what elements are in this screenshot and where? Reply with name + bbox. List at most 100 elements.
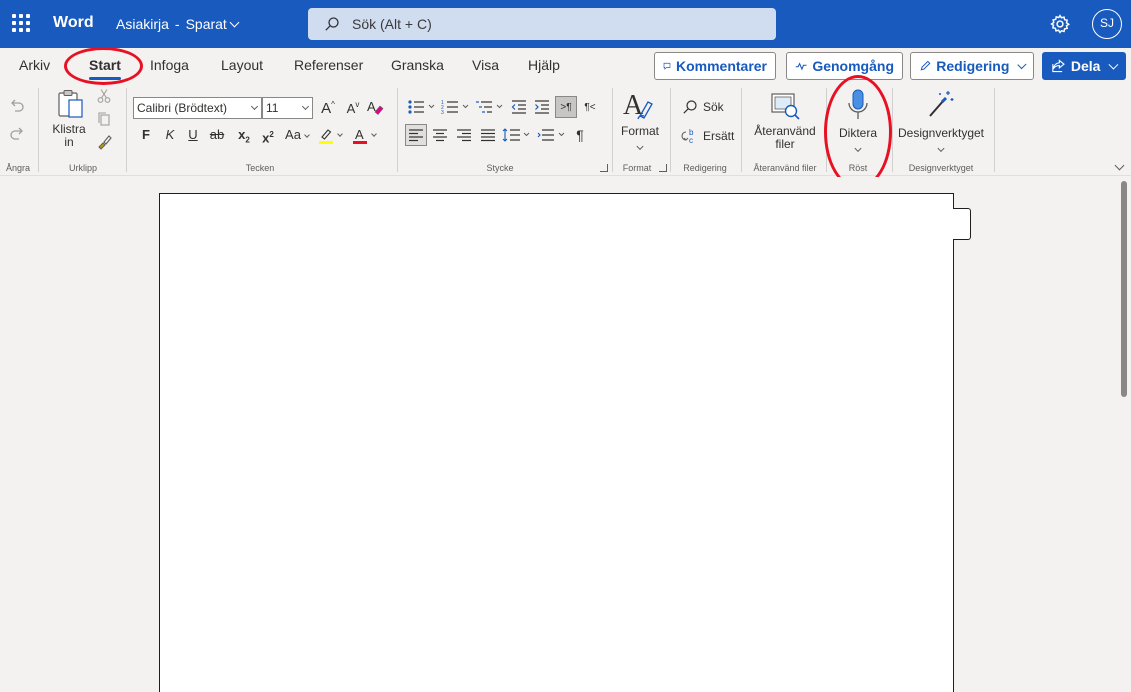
change-case-button[interactable]: Aa: [282, 125, 312, 145]
app-launcher-icon[interactable]: [12, 14, 30, 32]
editing-mode-button[interactable]: Redigering: [910, 52, 1034, 80]
decrease-indent-icon[interactable]: [510, 98, 528, 116]
line-spacing-icon[interactable]: [502, 127, 532, 143]
justify-icon[interactable]: [480, 128, 496, 142]
rtl-button[interactable]: ¶<: [580, 96, 600, 118]
catchup-button[interactable]: Genomgång: [786, 52, 903, 80]
superscript-button[interactable]: x2: [258, 125, 278, 148]
font-color-letter: A: [355, 127, 364, 142]
underline-button[interactable]: U: [183, 125, 203, 145]
paragraph-launcher-icon[interactable]: [600, 164, 608, 172]
styles-button[interactable]: Format: [621, 125, 659, 138]
highlighter-icon: [319, 129, 333, 144]
find-button[interactable]: Sök: [682, 99, 724, 115]
pencil-icon: [920, 60, 931, 71]
align-center-icon[interactable]: [432, 128, 448, 142]
ribbon: Ångra Klistra in Urklipp Calibri (Brödte…: [0, 84, 1131, 176]
gear-icon[interactable]: [1049, 13, 1071, 35]
group-label-clipboard: Urklipp: [68, 163, 98, 173]
avatar[interactable]: SJ: [1092, 9, 1122, 39]
chevron-down-icon: [1017, 59, 1027, 69]
rtl-icon: ¶<: [584, 101, 596, 113]
microphone-icon[interactable]: [846, 88, 870, 122]
redo-icon[interactable]: [8, 124, 26, 142]
divider: [741, 88, 742, 172]
group-label-designer: Designverktyget: [908, 163, 974, 173]
dictate-button[interactable]: Diktera: [839, 127, 877, 140]
align-left-icon: [409, 129, 423, 142]
format-painter-icon[interactable]: [96, 134, 113, 150]
replace-icon: b c: [681, 128, 694, 145]
ribbon-collapse-icon[interactable]: [1114, 160, 1125, 171]
paste-button[interactable]: Klistra in: [52, 123, 85, 149]
subscript-button[interactable]: x2: [234, 125, 254, 151]
show-marks-button[interactable]: ¶: [570, 125, 590, 145]
share-button[interactable]: Dela: [1042, 52, 1126, 80]
font-name-select[interactable]: Calibri (Brödtext): [133, 97, 262, 119]
change-case-icon: Aa: [285, 127, 301, 142]
scrollbar-thumb[interactable]: [1121, 181, 1127, 397]
bold-button[interactable]: F: [136, 125, 156, 145]
chevron-down-icon: [371, 131, 377, 137]
tab-layout[interactable]: Layout: [221, 57, 263, 73]
font-color-button[interactable]: A: [349, 125, 379, 147]
multilevel-list-icon[interactable]: [475, 98, 505, 116]
tab-referenser[interactable]: Referenser: [294, 57, 363, 73]
chevron-down-icon: [229, 17, 240, 28]
numbering-icon[interactable]: 123: [441, 98, 471, 116]
tab-infoga[interactable]: Infoga: [150, 57, 189, 73]
title-bar: Word Asiakirja-Sparat SJ: [0, 0, 1131, 48]
designer-icon[interactable]: [926, 88, 956, 120]
chevron-down-icon: [636, 142, 644, 151]
undo-icon[interactable]: [8, 96, 26, 114]
font-size-select[interactable]: 11: [262, 97, 313, 119]
tab-visa[interactable]: Visa: [472, 57, 499, 73]
paste-label-line2: in: [64, 135, 74, 149]
styles-icon[interactable]: A: [622, 88, 656, 122]
chevron-down-icon: [301, 102, 310, 111]
strikethrough-button[interactable]: ab: [207, 125, 227, 145]
tab-hjalp[interactable]: Hjälp: [528, 57, 560, 73]
bullets-icon[interactable]: [407, 98, 437, 116]
reuse-files-line2: filer: [775, 137, 795, 151]
clear-formatting-icon[interactable]: A: [366, 98, 384, 116]
divider: [826, 88, 827, 172]
document-page[interactable]: [159, 193, 954, 692]
reuse-files-line1: Återanvänd: [754, 124, 816, 138]
comments-button[interactable]: Kommentarer: [654, 52, 776, 80]
search-input[interactable]: [352, 8, 752, 40]
font-color-icon: A: [353, 127, 367, 144]
tab-start[interactable]: Start: [89, 57, 121, 80]
shrink-font-button[interactable]: Av: [343, 97, 363, 119]
chevron-down-icon: [854, 144, 862, 153]
shading-icon[interactable]: [537, 127, 567, 143]
ltr-button[interactable]: >¶: [555, 96, 577, 118]
search-box[interactable]: [308, 8, 776, 40]
italic-button[interactable]: K: [160, 125, 180, 145]
group-label-reuse: Återanvänd filer: [753, 163, 817, 173]
paste-icon[interactable]: [56, 88, 86, 120]
caret-down-icon: v: [355, 99, 360, 109]
align-left-button[interactable]: [405, 124, 427, 146]
document-name: Asiakirja: [116, 16, 169, 32]
reuse-files-button[interactable]: Återanvänd filer: [754, 125, 815, 151]
tab-granska[interactable]: Granska: [391, 57, 444, 73]
designer-button[interactable]: Designverktyget: [898, 127, 984, 140]
divider: [892, 88, 893, 172]
app-name[interactable]: Word: [53, 14, 94, 32]
increase-indent-icon[interactable]: [533, 98, 551, 116]
grow-font-button[interactable]: A ^: [318, 97, 338, 119]
page-side-tab[interactable]: [953, 208, 971, 240]
superscript-index: 2: [269, 130, 274, 139]
replace-button[interactable]: b c Ersätt: [680, 127, 734, 145]
tab-arkiv[interactable]: Arkiv: [19, 57, 50, 73]
chevron-down-icon: [250, 102, 259, 111]
align-right-icon[interactable]: [456, 128, 472, 142]
document-title[interactable]: Asiakirja - Sparat: [116, 16, 240, 32]
highlight-button[interactable]: [315, 125, 345, 147]
cut-icon[interactable]: [96, 88, 112, 104]
copy-icon[interactable]: [96, 111, 112, 127]
reuse-files-icon[interactable]: [769, 90, 801, 122]
styles-launcher-icon[interactable]: [659, 164, 667, 172]
find-label: Sök: [703, 100, 724, 114]
